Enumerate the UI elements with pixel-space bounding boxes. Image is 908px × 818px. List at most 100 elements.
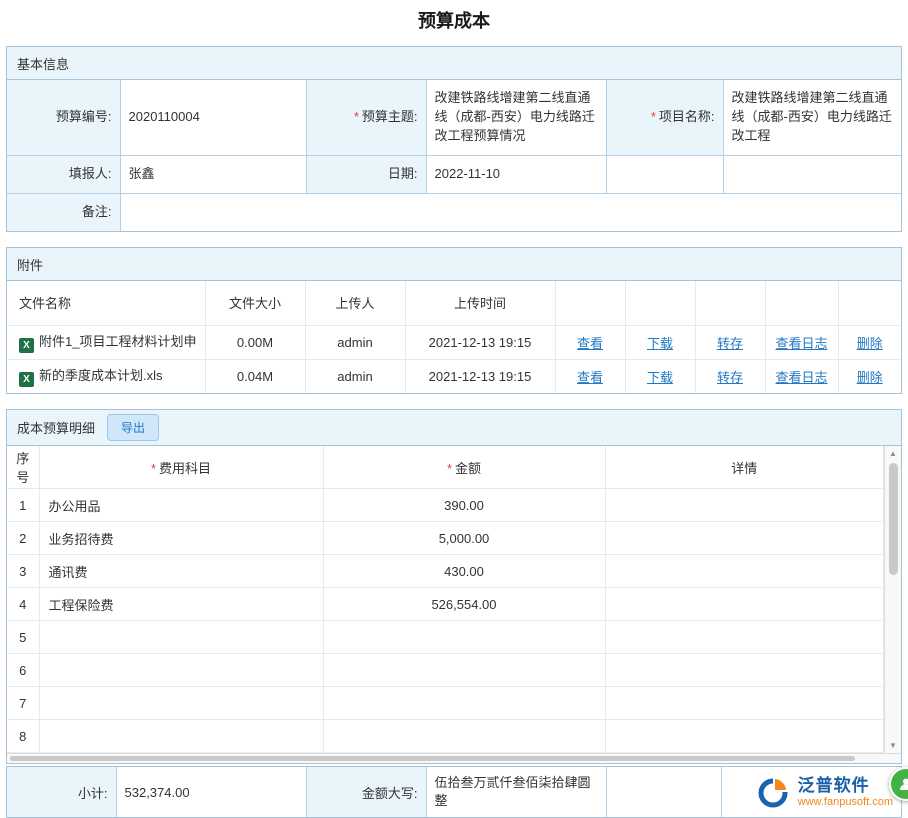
detail-cell (605, 720, 884, 753)
empty-cell (723, 155, 901, 193)
excel-file-icon: X (19, 372, 34, 387)
required-asterisk: * (447, 461, 452, 476)
col-action (695, 281, 765, 325)
detail-row: 1 办公用品 390.00 (7, 489, 884, 522)
attachments-panel: 附件 文件名称 文件大小 上传人 上传时间 X附件1_项目工程材料计划申 0.0… (6, 247, 902, 394)
remark-label: 备注: (7, 193, 120, 231)
detail-row: 4 工程保险费 526,554.00 (7, 588, 884, 621)
transfer-link[interactable]: 转存 (717, 336, 743, 351)
file-name: X新的季度成本计划.xls (7, 359, 205, 393)
horizontal-scrollbar[interactable] (7, 753, 901, 763)
attachment-row: X附件1_项目工程材料计划申 0.00M admin 2021-12-13 19… (7, 325, 901, 359)
upload-time: 2021-12-13 19:15 (405, 325, 555, 359)
amount-cell: 390.00 (323, 489, 605, 522)
seq-cell: 6 (7, 654, 39, 687)
cost-detail-title: 成本预算明细 (17, 418, 95, 437)
detail-cell (605, 588, 884, 621)
brand-name: 泛普软件 (798, 776, 893, 796)
seq-cell: 3 (7, 555, 39, 588)
file-size: 0.00M (205, 325, 305, 359)
empty-cell (606, 155, 723, 193)
amount-cell (323, 687, 605, 720)
basic-info-panel: 基本信息 预算编号: 2020110004 *预算主题: 改建铁路线增建第二线直… (6, 46, 902, 232)
project-name-value: 改建铁路线增建第二线直通线（成都-西安）电力线路迁改工程 (723, 80, 901, 155)
remark-value (120, 193, 901, 231)
brand-url[interactable]: www.fanpusoft.com (798, 796, 893, 808)
amount-cell (323, 720, 605, 753)
detail-cell (605, 555, 884, 588)
subject-cell: 业务招待费 (39, 522, 323, 555)
table-row: 备注: (7, 193, 901, 231)
upload-time: 2021-12-13 19:15 (405, 359, 555, 393)
download-link[interactable]: 下载 (647, 370, 673, 385)
page-title: 预算成本 (0, 0, 908, 46)
download-link[interactable]: 下载 (647, 336, 673, 351)
uploader: admin (305, 325, 405, 359)
detail-row: 8 (7, 720, 884, 753)
subject-cell (39, 654, 323, 687)
view-log-link[interactable]: 查看日志 (775, 336, 827, 351)
subject-cell (39, 687, 323, 720)
summary-panel: 小计: 532,374.00 金额大写: 伍拾叁万贰仟叁佰柒拾肆圆整 泛普软件 … (6, 766, 902, 818)
file-size: 0.04M (205, 359, 305, 393)
detail-cell (605, 654, 884, 687)
attachments-title: 附件 (17, 255, 43, 274)
col-file-name: 文件名称 (7, 281, 205, 325)
required-asterisk: * (151, 461, 156, 476)
detail-row: 3 通讯费 430.00 (7, 555, 884, 588)
delete-link[interactable]: 删除 (857, 336, 883, 351)
detail-cell (605, 489, 884, 522)
attachment-row: X新的季度成本计划.xls 0.04M admin 2021-12-13 19:… (7, 359, 901, 393)
vertical-scrollbar-thumb[interactable] (889, 463, 898, 575)
delete-link[interactable]: 删除 (857, 370, 883, 385)
scroll-up-icon[interactable]: ▲ (889, 446, 897, 461)
detail-row: 6 (7, 654, 884, 687)
subject-cell (39, 621, 323, 654)
col-amount: *金额 (323, 446, 605, 489)
subject-cell: 办公用品 (39, 489, 323, 522)
filler-value: 张鑫 (120, 155, 306, 193)
detail-cell (605, 687, 884, 720)
transfer-link[interactable]: 转存 (717, 370, 743, 385)
view-log-link[interactable]: 查看日志 (775, 370, 827, 385)
col-detail: 详情 (605, 446, 884, 489)
col-action (555, 281, 625, 325)
horizontal-scrollbar-thumb[interactable] (10, 756, 855, 761)
budget-no-label: 预算编号: (7, 80, 120, 155)
uploader: admin (305, 359, 405, 393)
subject-cell: 工程保险费 (39, 588, 323, 621)
col-action (765, 281, 838, 325)
customer-service-icon (898, 776, 908, 792)
seq-cell: 7 (7, 687, 39, 720)
excel-file-icon: X (19, 338, 34, 353)
table-row: 填报人: 张鑫 日期: 2022-11-10 (7, 155, 901, 193)
seq-cell: 5 (7, 621, 39, 654)
amount-cell (323, 654, 605, 687)
filler-label: 填报人: (7, 155, 120, 193)
detail-row: 7 (7, 687, 884, 720)
detail-cell (605, 522, 884, 555)
seq-cell: 1 (7, 489, 39, 522)
fanpu-logo-icon (755, 774, 791, 810)
seq-cell: 8 (7, 720, 39, 753)
view-link[interactable]: 查看 (577, 336, 603, 351)
col-expense-subject: *费用科目 (39, 446, 323, 489)
project-name-label: *项目名称: (606, 80, 723, 155)
view-link[interactable]: 查看 (577, 370, 603, 385)
budget-subject-value: 改建铁路线增建第二线直通线（成都-西安）电力线路迁改工程预算情况 (426, 80, 606, 155)
col-file-size: 文件大小 (205, 281, 305, 325)
detail-cell (605, 621, 884, 654)
scroll-down-icon[interactable]: ▼ (889, 738, 897, 753)
col-action (838, 281, 901, 325)
table-header-row: 序号 *费用科目 *金额 详情 (7, 446, 884, 489)
cost-detail-panel: 成本预算明细 导出 序号 *费用科目 *金额 详情 1 办公用品 390.00 (6, 409, 902, 764)
basic-info-title: 基本信息 (17, 54, 69, 73)
amount-cell: 430.00 (323, 555, 605, 588)
vertical-scrollbar[interactable]: ▲ ▼ (884, 446, 901, 753)
date-value: 2022-11-10 (426, 155, 606, 193)
amount-cell: 526,554.00 (323, 588, 605, 621)
col-seq: 序号 (7, 446, 39, 489)
export-button[interactable]: 导出 (107, 414, 159, 441)
subject-cell: 通讯费 (39, 555, 323, 588)
budget-no-value: 2020110004 (120, 80, 306, 155)
